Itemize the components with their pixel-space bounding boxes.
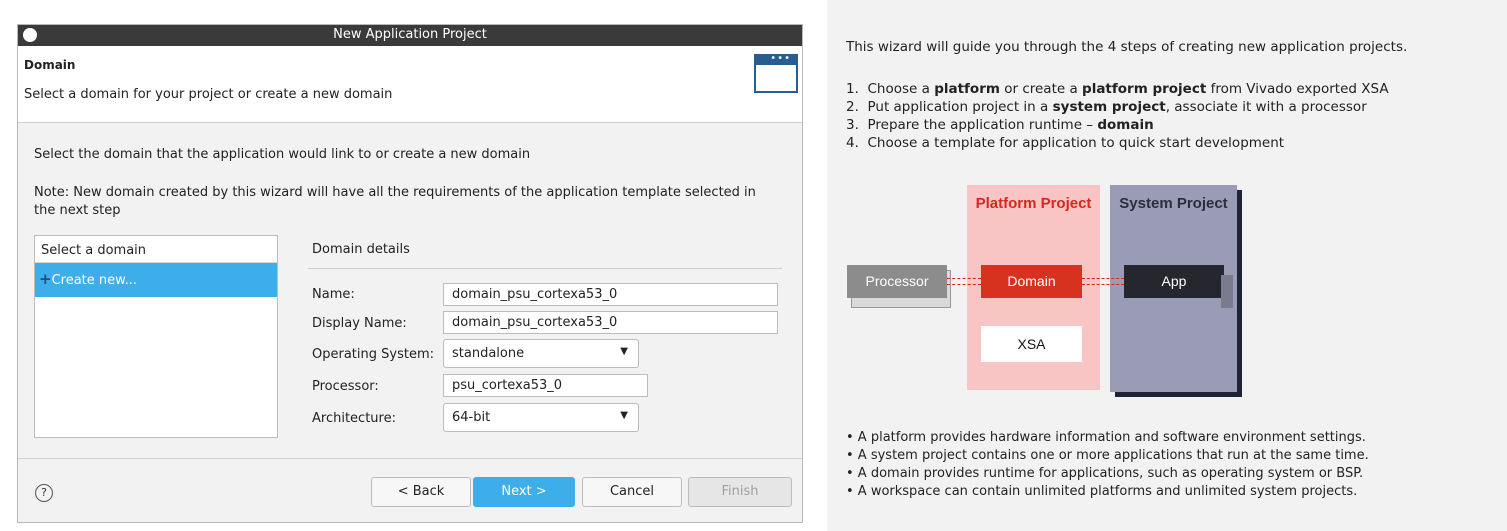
wizard-header: Domain Select a domain for your project … xyxy=(18,46,802,123)
dropdown-arrow-icon: ▼ xyxy=(620,410,628,421)
processor-field[interactable]: psu_cortexa53_0 xyxy=(443,374,648,397)
project-structure-diagram: System Project Platform Project Processo… xyxy=(847,180,1267,410)
steps-list: 1. Choose a platform or create a platfor… xyxy=(846,80,1389,152)
processor-label: Processor: xyxy=(312,379,379,394)
domain-box: Domain xyxy=(981,265,1082,298)
processor-box: Processor xyxy=(847,265,947,298)
bullet-item: • A system project contains one or more … xyxy=(846,448,1369,463)
connector-line xyxy=(947,278,981,285)
list-item-create-new[interactable]: +Create new... xyxy=(35,263,277,297)
step-4: 4. Choose a template for application to … xyxy=(846,135,1285,151)
operating-system-value: standalone xyxy=(452,346,525,361)
page-title: Domain xyxy=(24,58,76,72)
finish-button[interactable]: Finish xyxy=(688,477,792,507)
operating-system-select[interactable]: standalone ▼ xyxy=(443,339,639,368)
help-icon[interactable]: ? xyxy=(35,484,53,502)
plus-icon: + xyxy=(39,270,52,288)
app-shadow xyxy=(1221,275,1233,308)
intro-text: This wizard will guide you through the 4… xyxy=(846,39,1408,55)
step-2: 2. Put application project in a system p… xyxy=(846,99,1367,115)
divider xyxy=(308,268,782,269)
bullet-item: • A workspace can contain unlimited plat… xyxy=(846,484,1358,499)
display-name-label: Display Name: xyxy=(312,316,407,331)
window-title: New Application Project xyxy=(333,27,487,42)
operating-system-label: Operating System: xyxy=(312,347,434,362)
back-button[interactable]: < Back xyxy=(371,477,471,507)
footer-divider xyxy=(18,458,802,459)
architecture-label: Architecture: xyxy=(312,411,396,426)
next-button[interactable]: Next > xyxy=(473,477,575,507)
cancel-button[interactable]: Cancel xyxy=(582,477,682,507)
system-project-label: System Project xyxy=(1119,195,1228,212)
list-item-label: Create new... xyxy=(51,273,137,288)
xsa-box: XSA xyxy=(981,326,1082,362)
note-text-line1: Note: New domain created by this wizard … xyxy=(34,185,756,200)
bullet-item: • A platform provides hardware informati… xyxy=(846,430,1366,445)
wizard-window-icon: ••• xyxy=(754,53,798,93)
dropdown-arrow-icon: ▼ xyxy=(620,346,628,357)
page-subtitle: Select a domain for your project or crea… xyxy=(24,87,393,102)
name-field[interactable]: domain_psu_cortexa53_0 xyxy=(443,283,778,306)
platform-project-label: Platform Project xyxy=(975,195,1092,212)
architecture-select[interactable]: 64-bit ▼ xyxy=(443,403,639,432)
note-text-line2: the next step xyxy=(34,203,121,218)
bullet-list: • A platform provides hardware informati… xyxy=(846,429,1369,501)
instruction-text: Select the domain that the application w… xyxy=(34,147,531,162)
connector-line xyxy=(1082,278,1124,285)
display-name-field[interactable]: domain_psu_cortexa53_0 xyxy=(443,311,778,334)
domain-details-title: Domain details xyxy=(312,242,410,257)
step-3: 3. Prepare the application runtime – dom… xyxy=(846,117,1154,133)
name-label: Name: xyxy=(312,287,355,302)
step-1: 1. Choose a platform or create a platfor… xyxy=(846,81,1389,97)
domain-list[interactable]: Select a domain +Create new... xyxy=(34,235,278,438)
title-bar: New Application Project xyxy=(18,25,802,46)
app-box: App xyxy=(1124,265,1224,298)
domain-list-header: Select a domain xyxy=(35,236,277,263)
new-application-project-dialog: New Application Project Domain Select a … xyxy=(17,24,803,523)
architecture-value: 64-bit xyxy=(452,410,491,425)
wizard-info-panel: This wizard will guide you through the 4… xyxy=(827,0,1507,531)
bullet-item: • A domain provides runtime for applicat… xyxy=(846,466,1364,481)
